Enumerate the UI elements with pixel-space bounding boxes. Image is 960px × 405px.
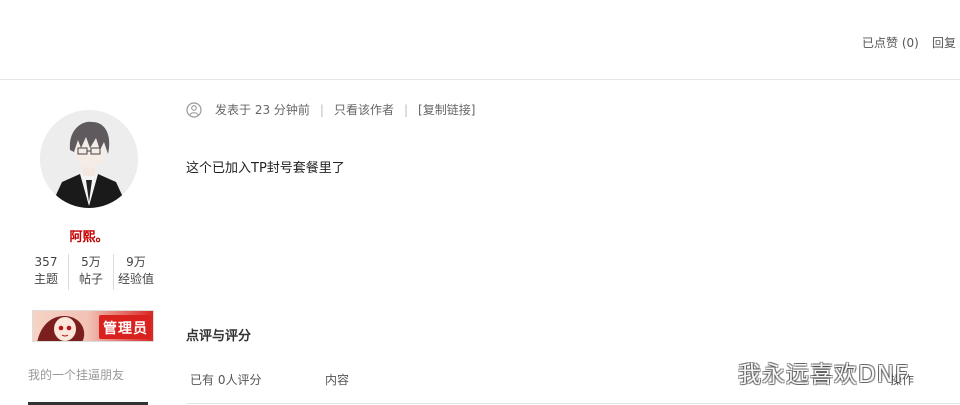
stat-label: 帖子 bbox=[78, 272, 103, 286]
stat-topics[interactable]: 357 主题 bbox=[24, 254, 68, 290]
stat-value: 357 bbox=[34, 255, 58, 269]
post-time: 发表于 23 分钟前 bbox=[215, 103, 310, 117]
stat-value: 5万 bbox=[81, 255, 101, 269]
rating-section-title: 点评与评分 bbox=[186, 329, 252, 344]
post-content: 这个已加入TP封号套餐里了 bbox=[186, 161, 345, 176]
stat-value: 9万 bbox=[126, 255, 146, 269]
reply-button[interactable]: 回复 bbox=[932, 34, 956, 51]
user-circle-icon bbox=[186, 101, 202, 118]
stat-label: 经验值 bbox=[117, 272, 154, 286]
author-panel: 阿熙。 357 主题 5万 帖子 9万 经验值 管理员 我的一个挂逼朋友 bbox=[22, 80, 162, 405]
stat-posts[interactable]: 5万 帖子 bbox=[68, 254, 113, 290]
author-stats: 357 主题 5万 帖子 9万 经验值 bbox=[24, 254, 158, 290]
meta-separator: | bbox=[403, 102, 409, 117]
stat-experience[interactable]: 9万 经验值 bbox=[113, 254, 158, 290]
rating-count: 已有 0人评分 bbox=[190, 373, 262, 387]
post-meta: 发表于 23 分钟前 | 只看该作者 | [复制链接] bbox=[186, 101, 475, 118]
post-topbar: 已点赞 (0) 回复 bbox=[0, 0, 960, 80]
admin-badge-label: 管理员 bbox=[103, 321, 148, 337]
rating-content-column: 内容 bbox=[325, 373, 350, 387]
meta-separator: | bbox=[319, 102, 324, 117]
stat-label: 主题 bbox=[33, 272, 58, 286]
copy-link-button[interactable]: [复制链接] bbox=[418, 101, 475, 118]
admin-badge: 管理员 bbox=[32, 310, 154, 342]
friend-group-label: 我的一个挂逼朋友 bbox=[28, 368, 125, 382]
avatar[interactable] bbox=[40, 110, 138, 208]
watermark-text: 我永远喜欢DNF bbox=[738, 362, 910, 388]
author-name-link[interactable]: 阿熙。 bbox=[22, 226, 156, 245]
avatar-image bbox=[40, 110, 138, 208]
only-author-link[interactable]: 只看该作者 bbox=[334, 101, 394, 118]
liked-count-button[interactable]: 已点赞 (0) bbox=[862, 34, 919, 51]
